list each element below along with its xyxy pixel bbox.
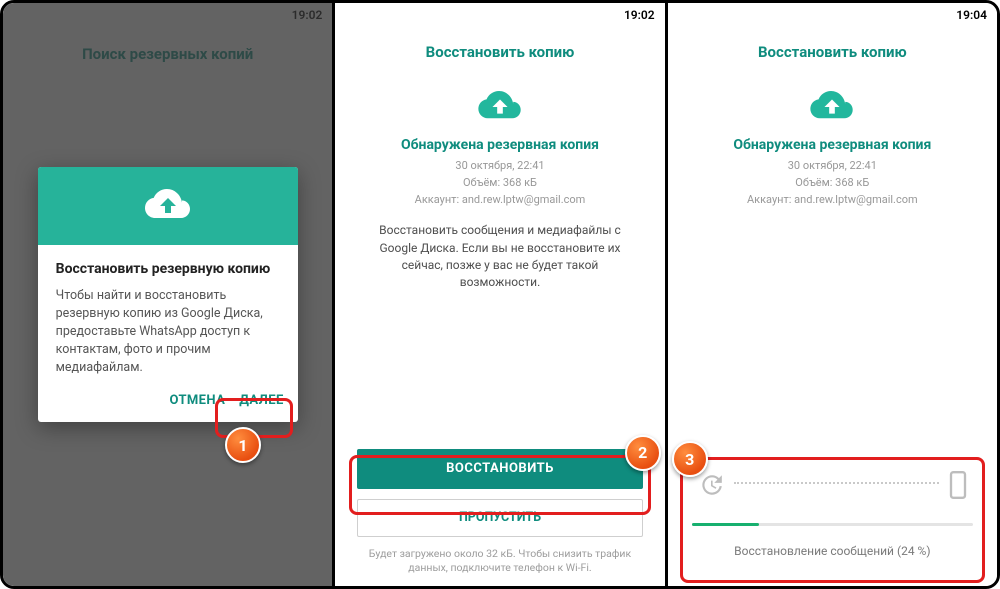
- dialog-title: Восстановить резервную копию: [56, 261, 280, 277]
- phone-icon: [949, 471, 967, 499]
- triptych: 19:02 Поиск резервных копий Восстановить…: [0, 0, 1000, 589]
- backup-found-heading: Обнаружена резервная копия: [668, 137, 997, 153]
- transfer-dots: [734, 482, 939, 484]
- status-bar: 19:02: [335, 3, 664, 27]
- transfer-icons: [692, 471, 973, 499]
- dialog-text: Чтобы найти и восстановить резервную коп…: [56, 287, 280, 378]
- cloud-icon-wrap: [335, 67, 664, 131]
- clock: 19:02: [624, 8, 655, 22]
- bottom-progress: 3 Восстановление сообщений (24 %): [668, 455, 997, 586]
- step-badge-2: 2: [625, 435, 661, 471]
- modal-overlay: Восстановить резервную копию Чтобы найти…: [3, 3, 332, 586]
- backup-date: 30 октября, 22:41: [668, 157, 997, 174]
- page-title: Восстановить копию: [668, 27, 997, 67]
- screen-1: 19:02 Поиск резервных копий Восстановить…: [3, 3, 332, 586]
- skip-button[interactable]: ПРОПУСТИТЬ: [357, 499, 642, 537]
- dialog-header: [38, 167, 298, 245]
- cancel-button[interactable]: ОТМЕНА: [170, 393, 226, 408]
- backup-size: Объём: 368 кБ: [335, 174, 664, 191]
- backup-account: Аккаунт: and.rew.lptw@gmail.com: [335, 191, 664, 208]
- cloud-upload-icon: [478, 91, 522, 123]
- cloud-icon-wrap: [668, 67, 997, 131]
- dialog-body: Восстановить резервную копию Чтобы найти…: [38, 245, 298, 386]
- backup-meta: 30 октября, 22:41 Объём: 368 кБ Аккаунт:…: [668, 157, 997, 208]
- backup-found-heading: Обнаружена резервная копия: [335, 137, 664, 153]
- restore-button[interactable]: ВОССТАНОВИТЬ: [357, 449, 642, 489]
- backup-size: Объём: 368 кБ: [668, 174, 997, 191]
- backup-meta: 30 октября, 22:41 Объём: 368 кБ Аккаунт:…: [335, 157, 664, 208]
- bottom-actions: ВОССТАНОВИТЬ 2 ПРОПУСТИТЬ Будет загружен…: [335, 435, 664, 586]
- next-button[interactable]: ДАЛЕЕ: [239, 393, 283, 408]
- backup-account: Аккаунт: and.rew.lptw@gmail.com: [668, 191, 997, 208]
- dialog-actions: ОТМЕНА ДАЛЕЕ: [38, 385, 298, 422]
- cloud-upload-icon: [810, 91, 854, 123]
- screen-2: 19:02 Восстановить копию Обнаружена резе…: [332, 3, 664, 586]
- backup-date: 30 октября, 22:41: [335, 157, 664, 174]
- restore-description: Восстановить сообщения и медиафайлы с Go…: [335, 208, 664, 292]
- step-badge-1: 1: [225, 427, 261, 463]
- progress-bar: [692, 523, 973, 526]
- history-icon: [698, 472, 724, 498]
- data-hint: Будет загружено около 32 кБ. Чтобы снизи…: [335, 537, 664, 586]
- cloud-upload-icon: [145, 189, 191, 223]
- progress-fill: [692, 523, 760, 526]
- screen-3: 19:04 Восстановить копию Обнаружена резе…: [665, 3, 997, 586]
- restore-permission-dialog: Восстановить резервную копию Чтобы найти…: [38, 167, 298, 423]
- progress-label: Восстановление сообщений (24 %): [692, 544, 973, 558]
- status-bar: 19:04: [668, 3, 997, 27]
- page-title: Восстановить копию: [335, 27, 664, 67]
- progress-area: Восстановление сообщений (24 %): [692, 471, 973, 558]
- clock: 19:04: [956, 8, 987, 22]
